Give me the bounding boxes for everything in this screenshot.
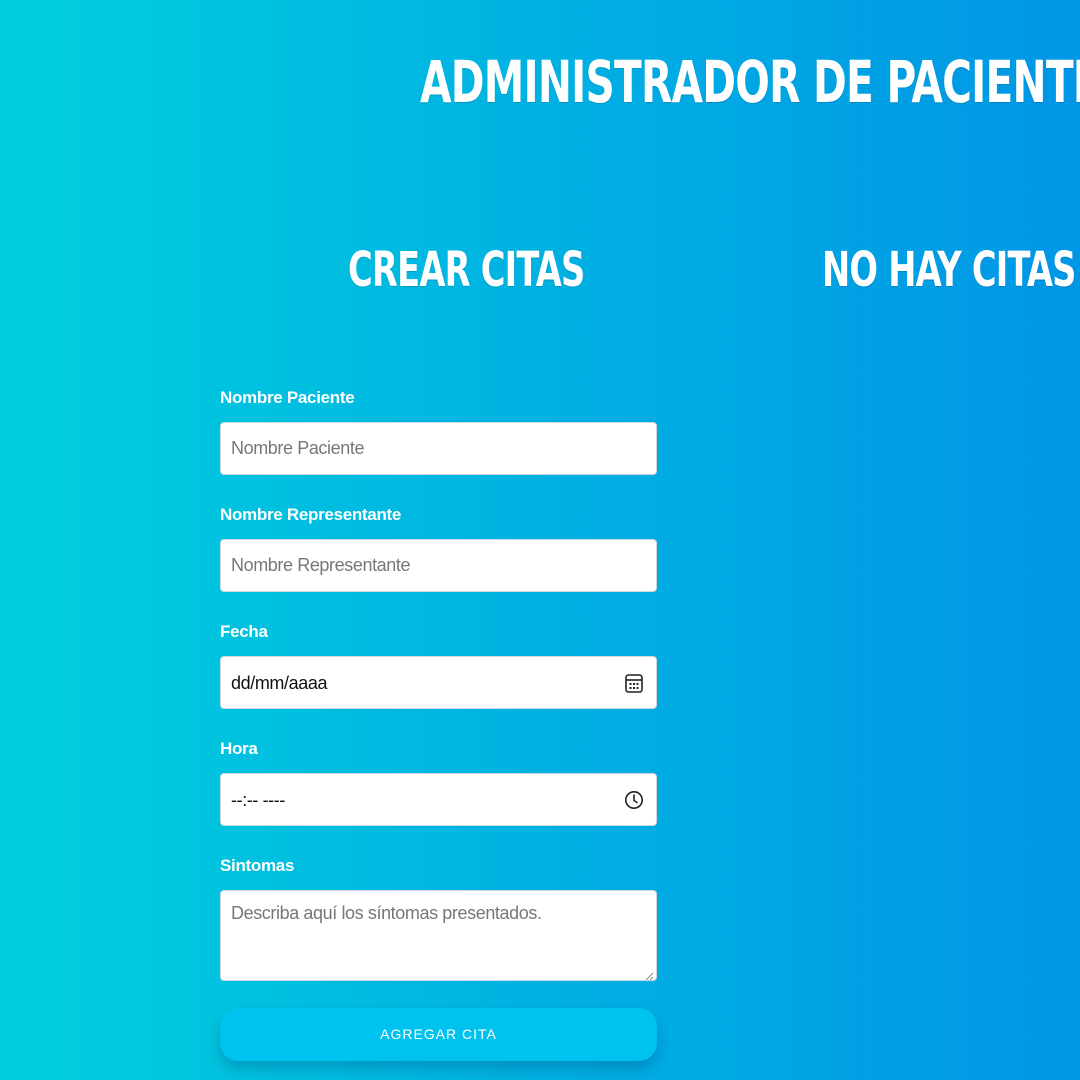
time-input[interactable]: --:-- ---- xyxy=(220,773,657,826)
representative-name-field-box xyxy=(220,539,657,592)
symptoms-field-box xyxy=(220,890,657,981)
add-appointment-button[interactable]: AGREGAR CITA xyxy=(220,1008,657,1061)
date-label: Fecha xyxy=(220,622,268,641)
page-title: ADMINISTRADOR DE PACIENTES xyxy=(420,48,1080,116)
create-appointments-heading: CREAR CITAS xyxy=(348,242,585,298)
date-input-value: dd/mm/aaaa xyxy=(231,673,328,693)
resize-handle-icon[interactable] xyxy=(644,968,654,981)
time-label: Hora xyxy=(220,739,258,758)
no-appointments-heading: NO HAY CITAS xyxy=(822,242,1076,298)
representative-name-label: Nombre Representante xyxy=(220,505,402,524)
date-input[interactable]: dd/mm/aaaa xyxy=(220,656,657,709)
patient-name-field-box xyxy=(220,422,657,475)
patient-name-input[interactable] xyxy=(221,423,656,474)
time-input-value: --:-- ---- xyxy=(231,790,285,810)
representative-name-input[interactable] xyxy=(221,540,656,591)
symptoms-label: Sintomas xyxy=(220,856,295,875)
clock-icon[interactable] xyxy=(624,789,644,811)
calendar-icon[interactable] xyxy=(624,672,644,694)
patient-name-label: Nombre Paciente xyxy=(220,388,355,407)
appointment-form: Nombre Paciente Nombre Representante Fec… xyxy=(220,385,657,981)
symptoms-textarea[interactable] xyxy=(221,891,656,980)
